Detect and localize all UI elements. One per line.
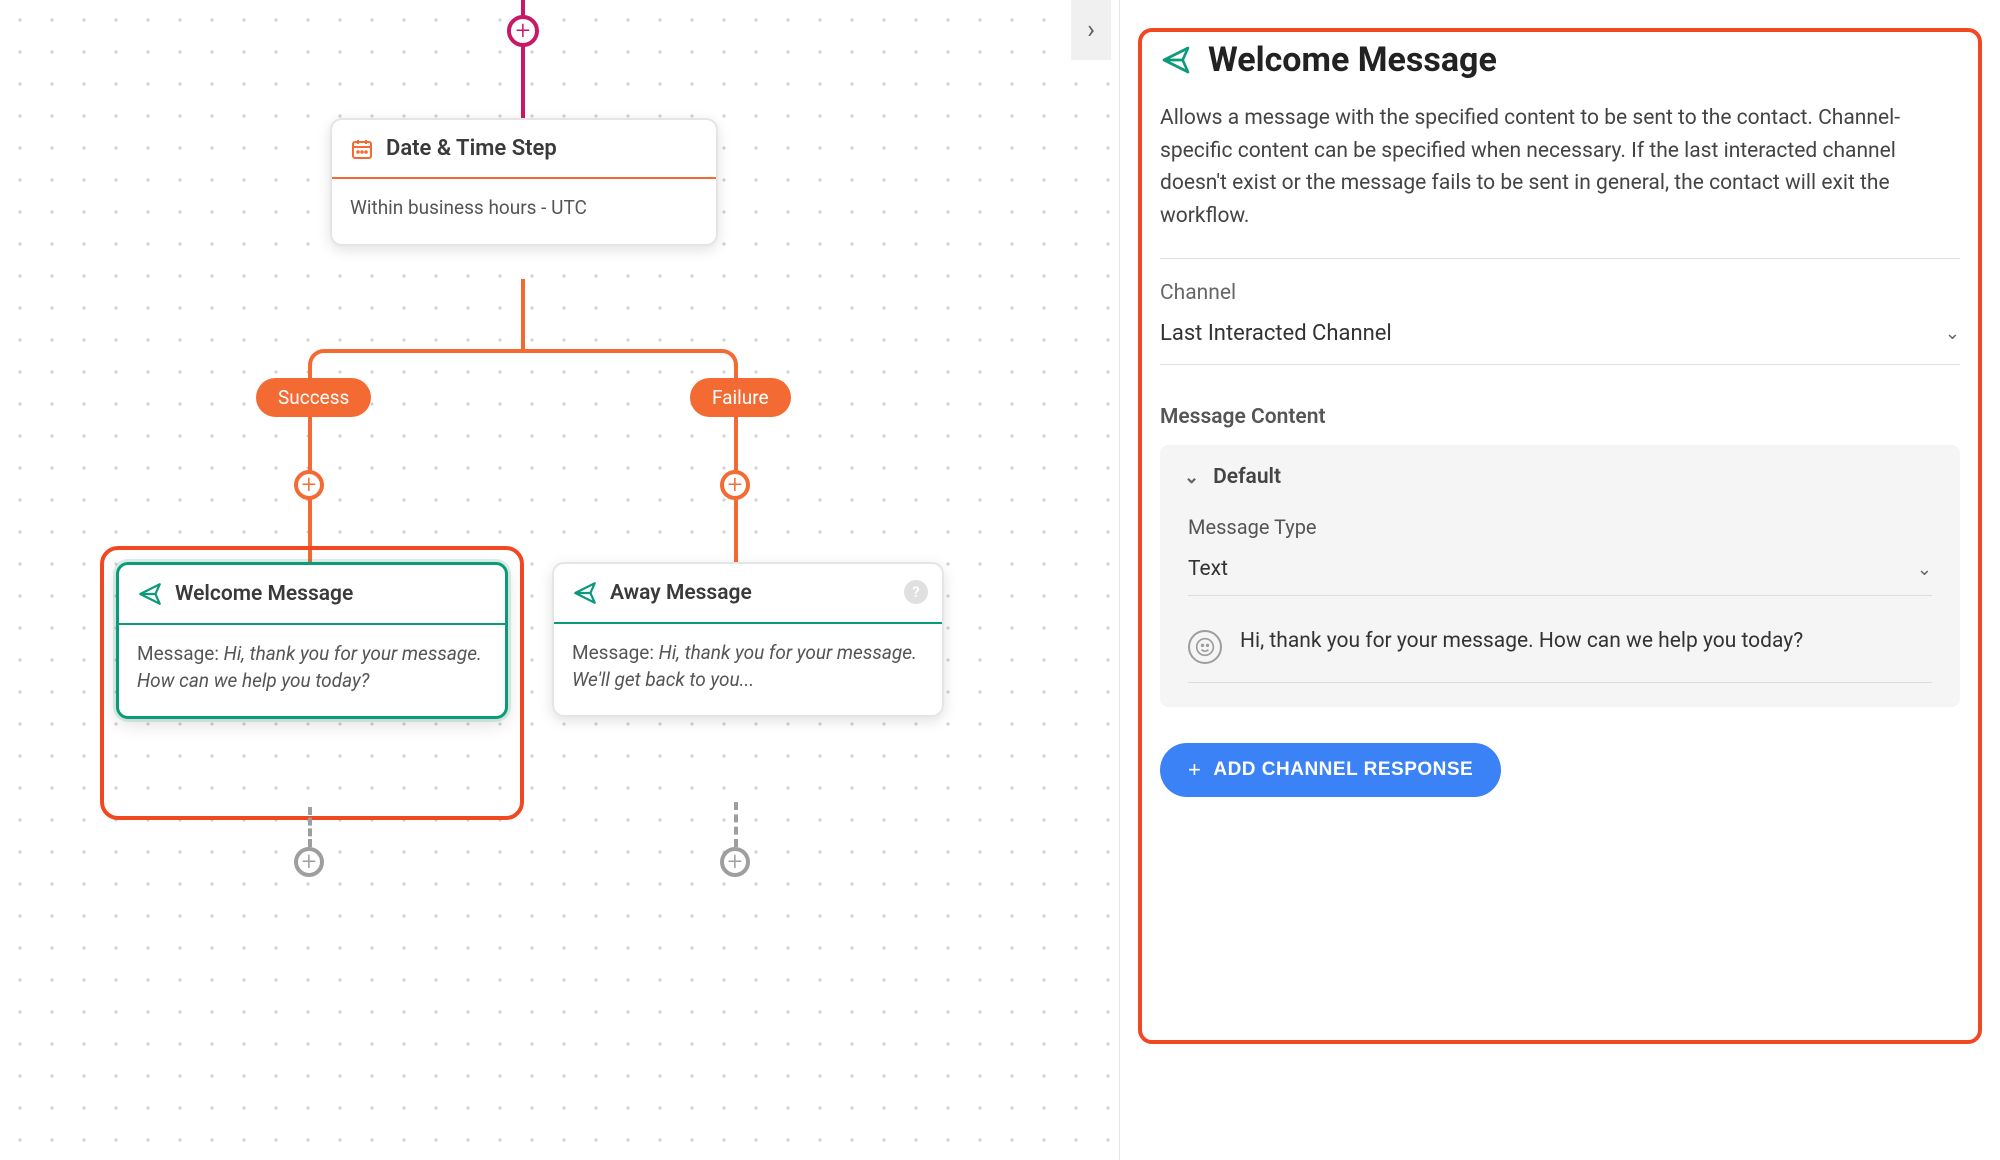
message-content-box: ⌄ Default Message Type Text ⌄ Hi, thank … bbox=[1160, 445, 1960, 707]
channel-label: Channel bbox=[1160, 281, 1960, 305]
connector-dashed bbox=[734, 802, 738, 847]
plus-icon: + bbox=[1188, 757, 1201, 783]
node-welcome-message[interactable]: Welcome Message Message: Hi, thank you f… bbox=[116, 562, 508, 719]
node-body: Within business hours - UTC bbox=[332, 179, 716, 244]
panel-title: Welcome Message bbox=[1208, 40, 1497, 80]
calendar-icon bbox=[350, 137, 374, 161]
node-title: Away Message bbox=[610, 581, 752, 605]
add-step-success-button[interactable]: + bbox=[294, 470, 324, 500]
help-icon[interactable]: ? bbox=[904, 580, 928, 604]
message-label: Message: bbox=[137, 642, 224, 665]
message-label: Message: bbox=[572, 641, 659, 664]
send-icon bbox=[137, 581, 163, 607]
collapse-panel-button[interactable]: › bbox=[1071, 0, 1111, 60]
add-step-top-button[interactable]: + bbox=[507, 15, 539, 47]
node-header: Welcome Message bbox=[119, 565, 505, 623]
divider bbox=[1160, 258, 1960, 259]
add-step-after-welcome-button[interactable]: + bbox=[294, 847, 324, 877]
node-body: Message: Hi, thank you for your message.… bbox=[119, 625, 505, 716]
node-title: Welcome Message bbox=[175, 582, 353, 606]
branch-badge-failure: Failure bbox=[690, 378, 791, 417]
message-text-input[interactable]: Hi, thank you for your message. How can … bbox=[1240, 626, 1932, 658]
divider bbox=[1188, 682, 1932, 683]
node-away-message[interactable]: Away Message ? Message: Hi, thank you fo… bbox=[552, 562, 944, 717]
plus-icon: + bbox=[302, 472, 317, 498]
add-step-failure-button[interactable]: + bbox=[720, 470, 750, 500]
add-channel-response-button[interactable]: + ADD CHANNEL RESPONSE bbox=[1160, 743, 1501, 797]
default-section-label: Default bbox=[1213, 465, 1281, 489]
add-channel-label: ADD CHANNEL RESPONSE bbox=[1213, 759, 1473, 781]
panel-description: Allows a message with the specified cont… bbox=[1160, 102, 1960, 232]
node-subtitle: Within business hours - UTC bbox=[350, 196, 587, 219]
panel-title-row: Welcome Message bbox=[1160, 40, 1960, 80]
node-header: Away Message ? bbox=[554, 564, 942, 622]
plus-icon: + bbox=[516, 18, 531, 44]
smile-icon bbox=[1195, 637, 1215, 657]
connector-line bbox=[521, 46, 525, 120]
channel-value: Last Interacted Channel bbox=[1160, 321, 1392, 346]
node-date-time[interactable]: Date & Time Step Within business hours -… bbox=[330, 118, 718, 246]
connector-split bbox=[308, 349, 738, 375]
chevron-down-icon: ⌄ bbox=[1184, 467, 1199, 488]
chevron-down-icon: ⌄ bbox=[1917, 559, 1932, 580]
send-icon bbox=[1160, 44, 1192, 76]
workflow-canvas[interactable]: › + Date & Time Step Within business hou… bbox=[0, 0, 1120, 1160]
default-section-toggle[interactable]: ⌄ Default bbox=[1160, 445, 1960, 509]
add-step-after-away-button[interactable]: + bbox=[720, 847, 750, 877]
message-type-value: Text bbox=[1188, 557, 1228, 581]
node-title: Date & Time Step bbox=[386, 136, 557, 161]
node-header: Date & Time Step bbox=[332, 120, 716, 177]
plus-icon: + bbox=[728, 849, 743, 875]
send-icon bbox=[572, 580, 598, 606]
channel-select[interactable]: Last Interacted Channel ⌄ bbox=[1160, 315, 1960, 365]
connector-line bbox=[521, 279, 525, 349]
plus-icon: + bbox=[302, 849, 317, 875]
chevron-right-icon: › bbox=[1087, 15, 1095, 45]
node-body: Message: Hi, thank you for your message.… bbox=[554, 624, 942, 715]
plus-icon: + bbox=[728, 472, 743, 498]
connector-dashed bbox=[308, 807, 312, 847]
message-content-heading: Message Content bbox=[1160, 405, 1960, 429]
message-type-select[interactable]: Text ⌄ bbox=[1188, 549, 1932, 596]
branch-badge-success: Success bbox=[256, 378, 371, 417]
details-panel: Welcome Message Allows a message with th… bbox=[1120, 0, 2000, 1160]
message-type-label: Message Type bbox=[1188, 515, 1932, 539]
chevron-down-icon: ⌄ bbox=[1945, 323, 1960, 344]
emoji-picker-button[interactable] bbox=[1188, 630, 1222, 664]
